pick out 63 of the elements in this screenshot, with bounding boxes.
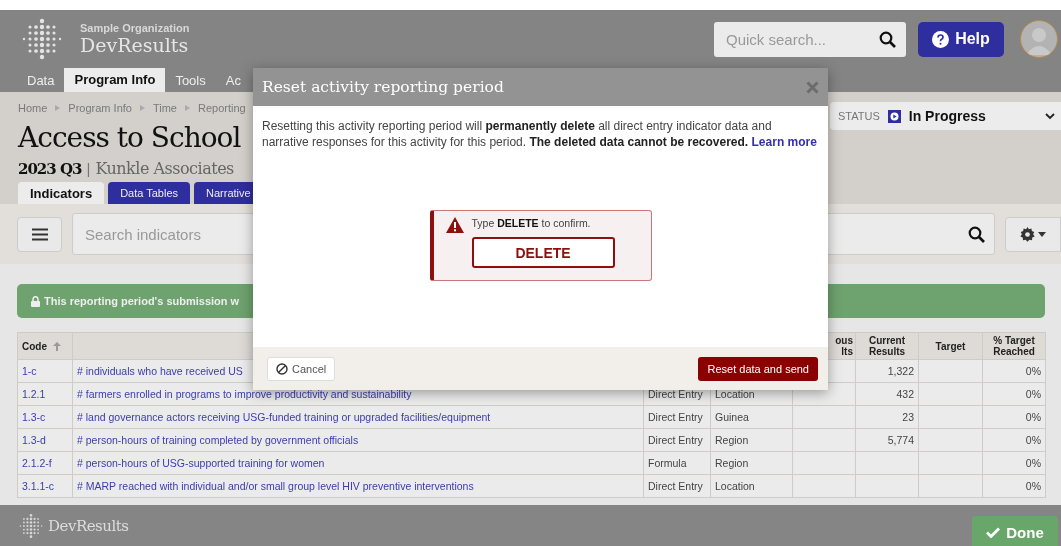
search-icon (879, 30, 896, 48)
section-tab[interactable]: Data Tables (108, 182, 190, 204)
table-cell: 5,774 (887, 434, 914, 446)
partner-name: Kunkle Associates (95, 159, 234, 179)
table-cell: Direct Entry (648, 411, 703, 423)
prohibited-icon (276, 362, 288, 375)
table-cell: Formula (648, 457, 687, 469)
help-button[interactable]: Help (918, 21, 1004, 57)
table-cell: Location (715, 480, 755, 492)
table-cell: 0% (1025, 411, 1041, 423)
table-cell: 0% (1025, 365, 1041, 377)
menu-icon (31, 227, 48, 241)
breadcrumb-separator-icon (139, 104, 145, 111)
table-cell: 1,322 (887, 365, 914, 377)
chevron-down-icon (1045, 112, 1055, 120)
indicator-link[interactable]: # individuals who have received US (77, 365, 243, 377)
period-label: 2023 Q3 (18, 160, 82, 179)
page-title: Access to School (18, 121, 241, 157)
organization-name: Sample Organization (80, 22, 190, 34)
app-name: DevResults (80, 34, 190, 56)
lock-icon (31, 295, 40, 307)
cancel-button[interactable]: Cancel (267, 356, 336, 381)
column-header[interactable]: Code (22, 340, 47, 352)
table-cell: Region (715, 457, 749, 469)
globe-logo-icon (20, 17, 64, 61)
indicator-code-link[interactable]: 1-c (22, 365, 37, 377)
table-cell: Guinea (715, 411, 749, 423)
confirm-prompt: Type DELETE to confirm. (471, 217, 592, 229)
table-cell: 0% (1025, 434, 1041, 446)
play-icon (887, 109, 901, 123)
separator-text: | (86, 160, 91, 178)
footer-app-name: DevResults (48, 516, 129, 535)
quick-search-field[interactable]: Quick search... (714, 21, 906, 57)
menu-button[interactable] (17, 216, 62, 252)
check-icon (986, 526, 1001, 538)
caret-icon (1038, 231, 1046, 237)
warning-icon (445, 217, 464, 233)
nav-tab[interactable]: Program Info (64, 68, 166, 92)
breadcrumb-separator-icon (185, 104, 190, 111)
search-icon (968, 225, 985, 243)
table-cell: Direct Entry (648, 434, 703, 446)
learn-more-link[interactable]: Learn more (751, 134, 817, 149)
dialog-title: Reset activity reporting period (262, 78, 505, 96)
status-dropdown[interactable]: STATUS In Progress (830, 102, 1061, 130)
table-cell: Direct Entry (648, 480, 703, 492)
globe-logo-icon (18, 512, 44, 539)
breadcrumb-separator-icon (55, 104, 61, 111)
banner-text: This reporting period's submission w (44, 295, 240, 307)
settings-icon (1020, 226, 1035, 242)
table-cell: Direct Entry (648, 388, 703, 400)
reset-submit-button[interactable]: Reset data and send (698, 356, 818, 381)
confirm-input-field[interactable]: DELETE (471, 237, 615, 268)
table-cell: 0% (1025, 388, 1041, 400)
dialog-message: Resetting this activity reporting period will permanently delete all direct entry indicator data and narrative responses for this activity for this period. The deleted data cannot be recovered. Learn more (262, 119, 818, 150)
table-cell: 23 (902, 411, 914, 423)
table-cell: Location (715, 388, 755, 400)
table-cell: 0% (1025, 480, 1041, 492)
section-tab[interactable]: Indicators (18, 182, 105, 204)
settings-button[interactable] (1005, 216, 1061, 252)
table-cell: 0% (1025, 457, 1041, 469)
table-cell: Region (715, 434, 749, 446)
question-icon (932, 30, 950, 48)
table-cell: 432 (896, 388, 914, 400)
